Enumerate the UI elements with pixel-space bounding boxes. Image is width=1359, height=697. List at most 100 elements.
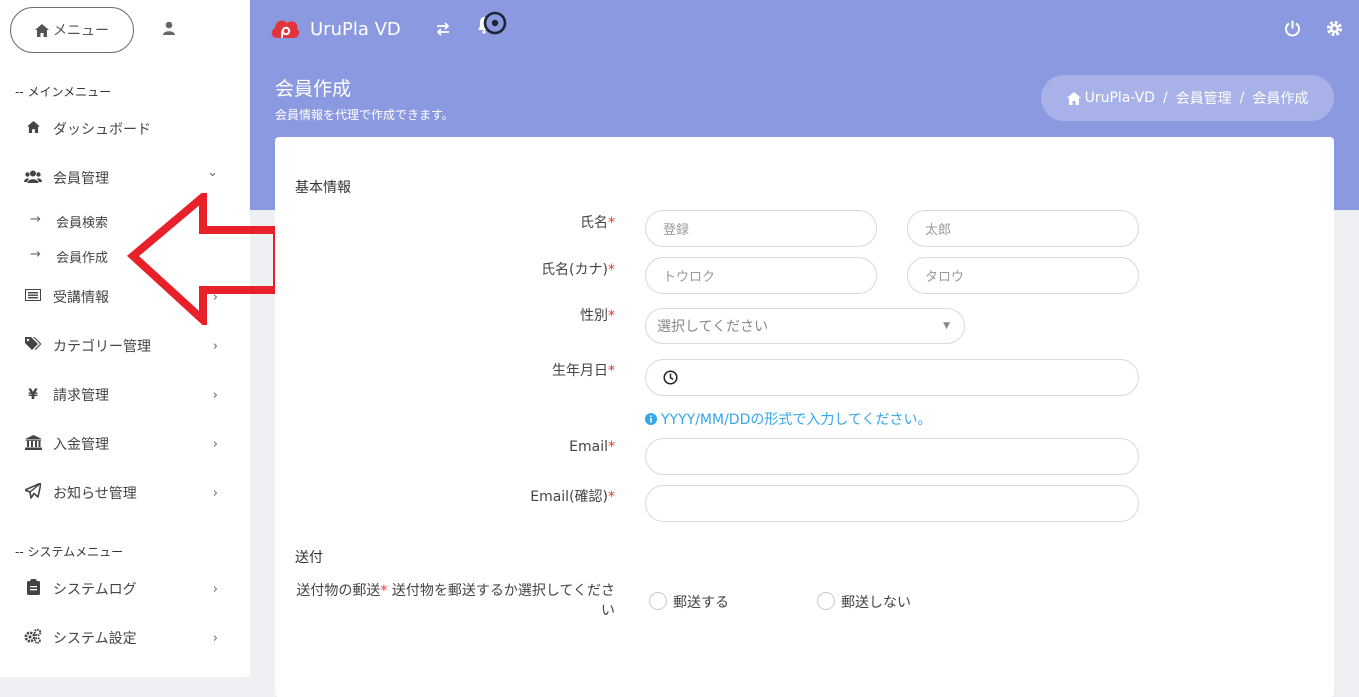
sidebar-subitem-member-search[interactable]: → 会員検索 xyxy=(30,212,108,231)
arrow-icon: → xyxy=(30,247,41,262)
email-confirm-label-text: Email(確認) xyxy=(530,489,608,505)
sidebar-item-label: お知らせ管理 xyxy=(53,486,137,502)
email-confirm-field[interactable] xyxy=(645,485,1139,522)
chevron-right-icon: › xyxy=(212,436,218,452)
sidebar-item-billing[interactable]: ¥ 請求管理 › xyxy=(24,383,224,407)
sidebar-item-category[interactable]: カテゴリー管理 › xyxy=(24,334,224,358)
sidebar-item-system-log[interactable]: システムログ › xyxy=(24,577,224,601)
sidebar-subitem-label: 会員作成 xyxy=(56,251,109,266)
required-mark: * xyxy=(608,262,615,278)
shipping-label-desc: 送付物を郵送するか選択してくださ xyxy=(391,583,615,599)
send-icon xyxy=(24,482,42,503)
shipping-yes-label[interactable]: 郵送する xyxy=(673,592,729,612)
chevron-right-icon: › xyxy=(212,387,218,403)
email-confirm-label: Email(確認)* xyxy=(530,486,615,506)
caret-down-icon: ▼ xyxy=(943,321,950,331)
sidebar-item-label: システム設定 xyxy=(53,631,137,647)
email-field[interactable] xyxy=(645,438,1139,475)
first-name-placeholder: 太郎 xyxy=(925,223,952,238)
birth-date-help: YYYY/MM/DDの形式で入力してください。 xyxy=(645,409,932,429)
required-mark: * xyxy=(608,308,615,324)
system-menu-label: -- システムメニュー xyxy=(15,545,124,559)
menu-label: メニュー xyxy=(53,23,109,39)
sidebar-item-label: 会員管理 xyxy=(53,171,109,187)
main-menu-label: -- メインメニュー xyxy=(15,85,112,99)
last-name-kana-input[interactable]: トウロク xyxy=(645,257,877,294)
chevron-right-icon: › xyxy=(212,485,218,501)
email-label: Email* xyxy=(569,439,615,455)
chevron-right-icon: › xyxy=(212,630,218,646)
home-icon xyxy=(24,121,42,137)
home-icon xyxy=(35,23,49,37)
brand[interactable]: UruPla VD xyxy=(270,16,401,42)
sidebar-item-notices[interactable]: お知らせ管理 › xyxy=(24,481,224,505)
first-name-kana-input[interactable]: タロウ xyxy=(907,257,1139,294)
sidebar-item-payment[interactable]: 入金管理 › xyxy=(24,432,224,456)
name-label: 氏名* xyxy=(580,212,615,232)
sidebar-item-label: 入金管理 xyxy=(53,437,109,453)
birth-date-help-text: YYYY/MM/DDの形式で入力してください。 xyxy=(661,412,932,428)
required-mark: * xyxy=(380,583,388,599)
gender-select[interactable]: 選択してください ▼ xyxy=(645,308,965,344)
breadcrumb-item[interactable]: 会員管理 xyxy=(1176,88,1232,108)
gender-label-text: 性別 xyxy=(580,308,608,324)
page-subtitle: 会員情報を代理で作成できます。 xyxy=(275,108,454,122)
tag-icon xyxy=(24,337,42,355)
breadcrumb-item[interactable]: UruPla-VD xyxy=(1085,90,1155,106)
birth-date-input[interactable] xyxy=(645,359,1139,396)
power-icon[interactable] xyxy=(1284,20,1301,37)
clock-icon xyxy=(663,370,678,385)
birth-label-text: 生年月日 xyxy=(552,363,608,379)
bell-icon[interactable] xyxy=(474,10,508,38)
first-name-kana-placeholder: タロウ xyxy=(925,270,965,285)
clipboard-icon xyxy=(24,579,42,599)
breadcrumb-separator: / xyxy=(1162,90,1168,106)
shipping-no-radio[interactable] xyxy=(817,592,835,610)
shipping-label-desc-cont: い xyxy=(601,603,615,619)
breadcrumb-item: 会員作成 xyxy=(1252,91,1309,107)
sidebar-subitem-label: 会員検索 xyxy=(56,216,109,231)
sidebar-item-label: 請求管理 xyxy=(53,388,109,404)
page-title: 会員作成 xyxy=(275,78,352,100)
sidebar-item-system-settings[interactable]: システム設定 › xyxy=(24,626,224,650)
kana-label: 氏名(カナ)* xyxy=(541,259,615,279)
sidebar-item-label: カテゴリー管理 xyxy=(53,339,151,355)
last-name-kana-placeholder: トウロク xyxy=(663,270,716,285)
shipping-yes-radio[interactable] xyxy=(649,592,667,610)
kana-label-text: 氏名(カナ) xyxy=(541,262,608,278)
email-label-text: Email xyxy=(569,439,608,455)
home-icon xyxy=(1066,91,1081,105)
gear-icon[interactable] xyxy=(1326,20,1343,37)
sidebar-subitem-member-create[interactable]: → 会員作成 xyxy=(30,247,108,266)
list-icon xyxy=(24,289,42,305)
sidebar-item-label: システムログ xyxy=(53,582,137,598)
logo-icon xyxy=(271,20,300,38)
last-name-input[interactable]: 登録 xyxy=(645,210,877,247)
bank-icon xyxy=(24,434,42,454)
menu-button[interactable]: メニュー xyxy=(10,7,134,53)
required-mark: * xyxy=(608,489,615,505)
brand-name: UruPla VD xyxy=(310,18,401,40)
breadcrumb: UruPla-VD / 会員管理 / 会員作成 xyxy=(1041,75,1334,121)
yen-icon: ¥ xyxy=(28,387,38,403)
gender-label: 性別* xyxy=(580,305,615,325)
last-name-placeholder: 登録 xyxy=(663,223,690,238)
gender-placeholder: 選択してください xyxy=(657,319,769,335)
annotation-arrow xyxy=(126,193,281,325)
shipping-label: 送付物の郵送* 送付物を郵送するか選択してくださ い xyxy=(285,581,615,621)
required-mark: * xyxy=(608,439,615,455)
user-icon[interactable] xyxy=(161,20,177,36)
name-label-text: 氏名 xyxy=(580,215,608,231)
info-icon xyxy=(645,413,657,425)
section-title-shipping: 送付 xyxy=(295,550,323,566)
sidebar-item-label: ダッシュボード xyxy=(53,122,151,138)
chevron-right-icon: › xyxy=(212,338,218,354)
sidebar-item-dashboard[interactable]: ダッシュボード xyxy=(24,117,224,141)
sidebar-item-members[interactable]: 会員管理 ⌄ xyxy=(24,165,224,190)
first-name-input[interactable]: 太郎 xyxy=(907,210,1139,247)
swap-icon[interactable] xyxy=(435,22,451,36)
required-mark: * xyxy=(608,215,615,231)
shipping-no-label[interactable]: 郵送しない xyxy=(841,592,911,612)
sidebar: メニュー -- メインメニュー ダッシュボード 会員管理 ⌄ → 会員検索 → … xyxy=(0,0,250,677)
required-mark: * xyxy=(608,363,615,379)
